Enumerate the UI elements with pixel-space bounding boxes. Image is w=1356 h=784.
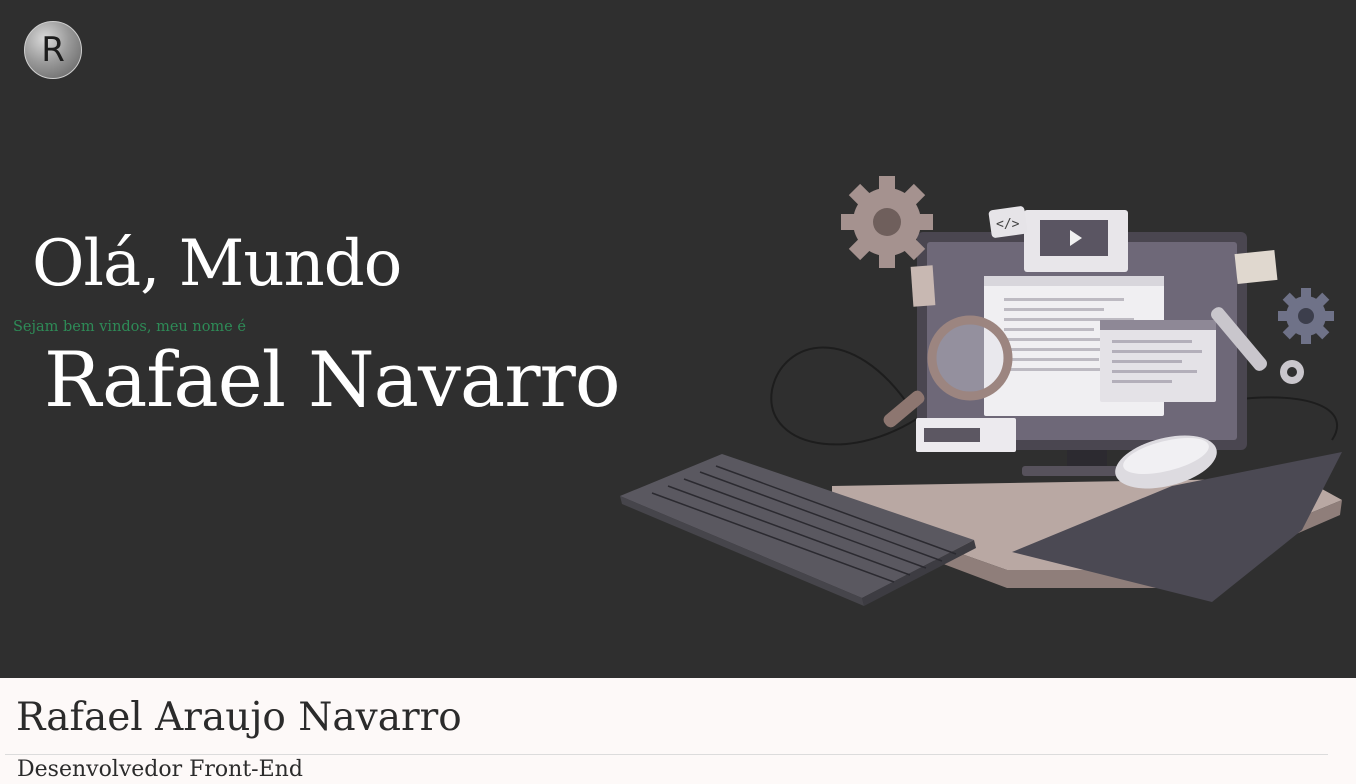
profile-role: Desenvolvedor Front-End (17, 757, 303, 782)
logo-button[interactable]: R (24, 21, 82, 79)
hero-section: R Olá, Mundo Sejam bem vindos, meu nome … (0, 0, 1356, 678)
keyboard-icon (620, 454, 976, 606)
hero-greeting: Olá, Mundo (32, 227, 402, 301)
profile-divider (5, 754, 1328, 755)
gear-small-icon (1278, 288, 1334, 344)
gear-icon (841, 176, 933, 268)
hero-name: Rafael Navarro (44, 335, 621, 424)
profile-full-name: Rafael Araujo Navarro (16, 695, 462, 740)
logo-letter: R (41, 30, 65, 70)
play-icon (1024, 210, 1128, 272)
svg-text:</>: </> (996, 217, 1020, 232)
computer-illustration: </> (620, 176, 1342, 606)
code-icon: </> (988, 206, 1028, 238)
hero-welcome-text: Sejam bem vindos, meu nome é (13, 319, 246, 335)
